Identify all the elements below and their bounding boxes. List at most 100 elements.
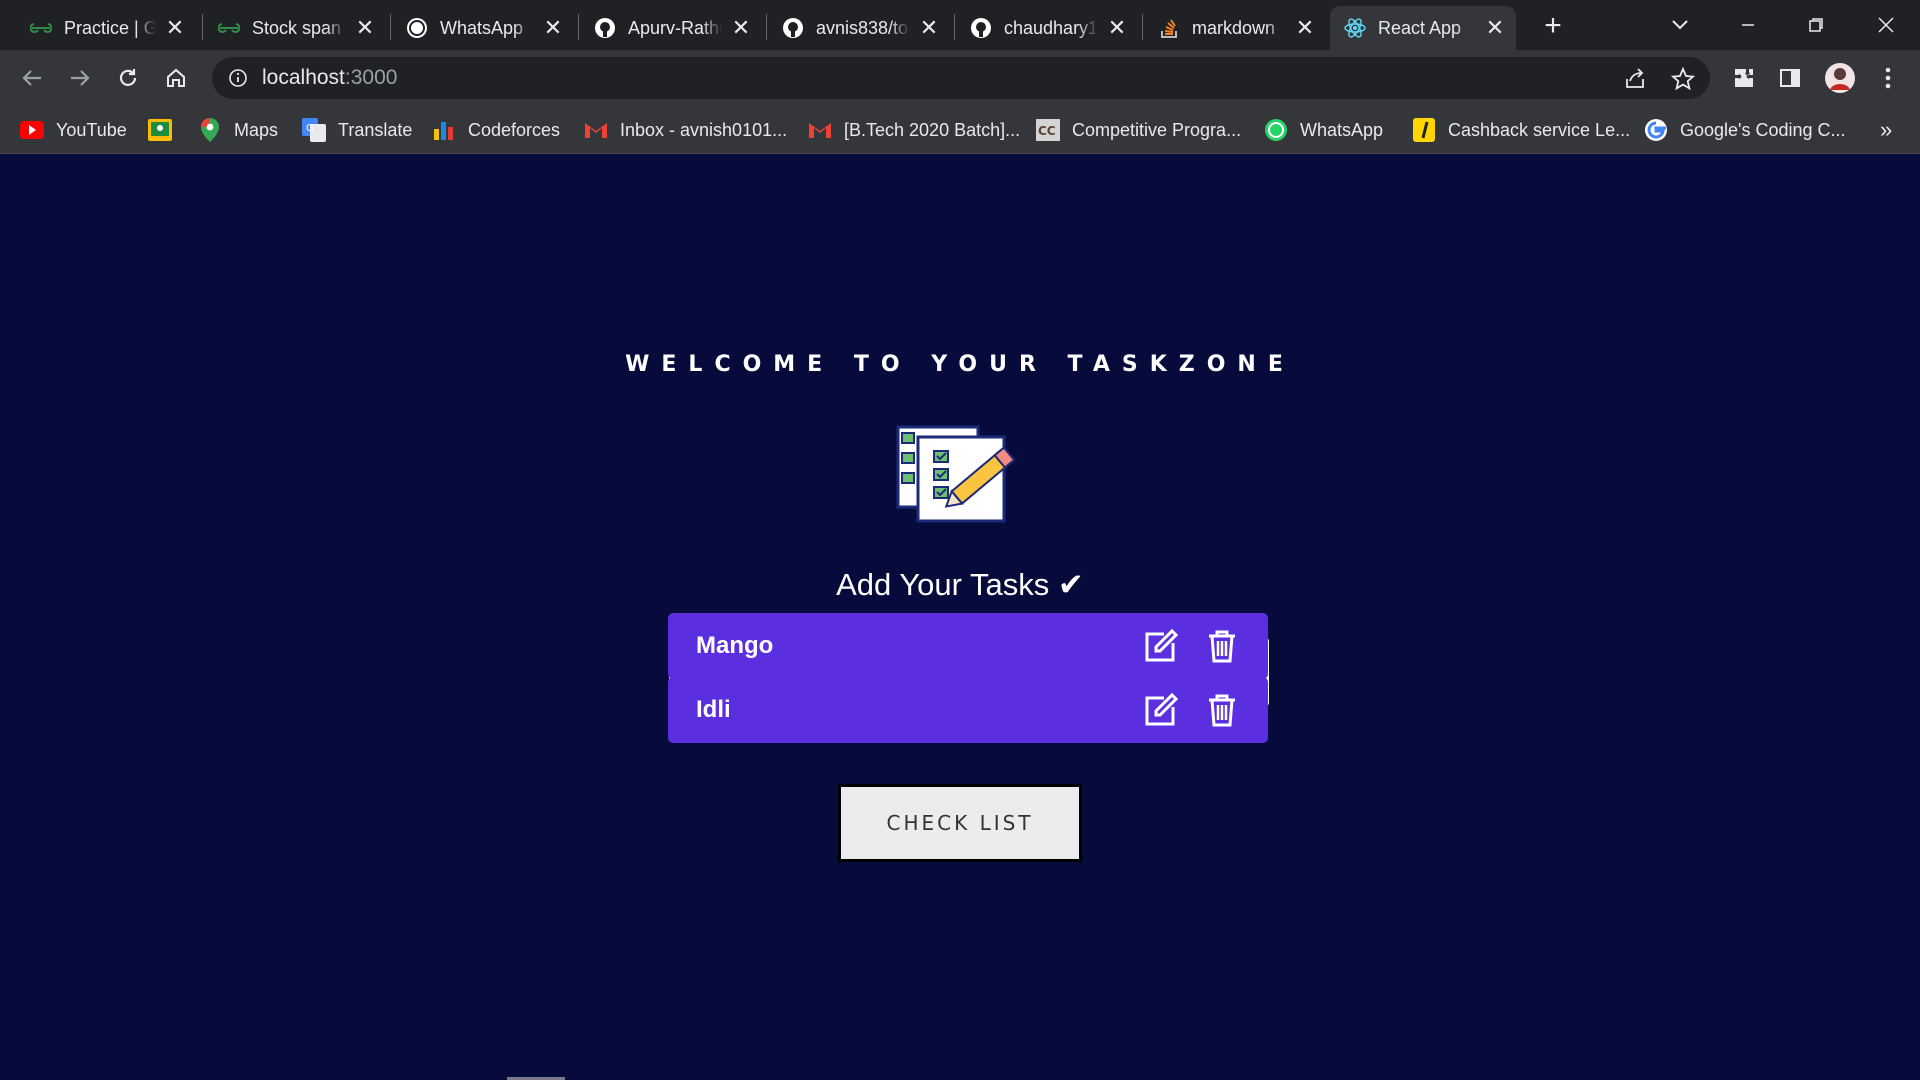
menu-dots-icon[interactable] — [1870, 60, 1906, 96]
bookmark-competitive[interactable]: CC Competitive Progra... — [1036, 116, 1241, 144]
tab-apurv[interactable]: Apurv-Rathore ✕ — [580, 6, 762, 50]
tab-practice[interactable]: Practice | GeeksforGeeks ✕ — [16, 6, 196, 50]
browser-chrome: Practice | GeeksforGeeks ✕ Stock span pr… — [0, 0, 1920, 154]
bookmark-label: Competitive Progra... — [1072, 119, 1242, 140]
gmail-icon — [808, 118, 832, 142]
bookmark-label: Maps — [234, 119, 279, 140]
close-icon[interactable]: ✕ — [1484, 17, 1506, 39]
tab-label: markdown — [1192, 17, 1286, 39]
gfg-icon — [218, 17, 240, 39]
check-list-button[interactable]: CHECK LIST — [838, 784, 1082, 862]
tab-label: WhatsApp — [440, 17, 534, 39]
bookmark-inbox[interactable]: Inbox - avnish0101... — [584, 116, 787, 144]
tab-separator — [202, 14, 203, 40]
bookmark-translate[interactable]: G Translate — [302, 116, 412, 144]
more-bookmarks-icon[interactable]: » — [1880, 116, 1892, 144]
youtube-icon — [20, 118, 44, 142]
bookmark-star-icon[interactable] — [1670, 66, 1696, 92]
add-tasks-heading: Add Your Tasks ✔ — [836, 567, 1084, 602]
tab-label: Stock span problem — [252, 17, 346, 39]
tab-avnis838[interactable]: avnis838/todo ✕ — [768, 6, 950, 50]
react-icon — [1344, 17, 1366, 39]
close-window-icon[interactable] — [1866, 8, 1906, 42]
codeforces-icon — [432, 118, 456, 142]
tab-stock-span[interactable]: Stock span problem ✕ — [204, 6, 386, 50]
whatsapp-icon — [1264, 118, 1288, 142]
bookmarks-bar: YouTube Maps G Translate Codeforces Inbo… — [0, 106, 1920, 154]
bookmark-label: WhatsApp — [1300, 119, 1384, 140]
tab-label: Apurv-Rathore — [628, 17, 722, 39]
extensions-icon[interactable] — [1726, 60, 1762, 96]
tab-separator — [578, 14, 579, 40]
maps-icon — [198, 118, 222, 142]
close-icon[interactable]: ✕ — [1294, 17, 1316, 39]
close-icon[interactable]: ✕ — [354, 17, 376, 39]
app-page: WELCOME TO YOUR TASKZONE Add Your Tasks … — [0, 155, 1920, 1080]
forward-arrow-icon[interactable] — [62, 60, 98, 96]
close-icon[interactable]: ✕ — [1106, 17, 1128, 39]
tab-separator — [1142, 14, 1143, 40]
tab-label: avnis838/todo — [816, 17, 910, 39]
github-icon — [782, 17, 804, 39]
svg-text:CC: CC — [1038, 124, 1056, 138]
tab-markdown[interactable]: markdown ✕ — [1144, 6, 1326, 50]
bookmark-label: [B.Tech 2020 Batch]... — [844, 119, 1021, 140]
bookmark-btech-batch[interactable]: [B.Tech 2020 Batch]... — [808, 116, 1020, 144]
profile-avatar[interactable] — [1822, 60, 1858, 96]
task-item: Idli — [668, 677, 1268, 743]
delete-trash-icon[interactable] — [1202, 690, 1242, 730]
close-icon[interactable]: ✕ — [164, 17, 186, 39]
url-port: :3000 — [344, 66, 398, 89]
stackoverflow-icon — [1158, 17, 1180, 39]
close-icon[interactable]: ✕ — [542, 17, 564, 39]
bookmark-codeforces[interactable]: Codeforces — [432, 116, 560, 144]
bookmark-cashback[interactable]: Cashback service Le... — [1412, 116, 1630, 144]
bookmark-google-coding[interactable]: Google's Coding C... — [1644, 116, 1846, 144]
bookmark-label: Cashback service Le... — [1448, 119, 1631, 140]
cc-icon: CC — [1036, 118, 1060, 142]
new-tab-button[interactable]: + — [1536, 10, 1570, 44]
bookmark-whatsapp[interactable]: WhatsApp — [1264, 116, 1383, 144]
edit-icon[interactable] — [1140, 690, 1180, 730]
bookmark-classroom[interactable] — [148, 116, 184, 144]
translate-icon: G — [302, 118, 326, 142]
delete-trash-icon[interactable] — [1202, 626, 1242, 666]
bookmark-label: Codeforces — [468, 119, 561, 140]
tab-label: chaudhary1 — [1004, 17, 1098, 39]
tab-strip: Practice | GeeksforGeeks ✕ Stock span pr… — [0, 0, 1920, 50]
bookmark-label: Translate — [338, 119, 413, 140]
task-item: Mango — [668, 613, 1268, 679]
tab-label: React App — [1378, 17, 1476, 39]
edit-icon[interactable] — [1140, 626, 1180, 666]
close-icon[interactable]: ✕ — [918, 17, 940, 39]
tab-chaudhary[interactable]: chaudhary1 ✕ — [956, 6, 1138, 50]
tab-react-app[interactable]: React App ✕ — [1330, 6, 1516, 50]
gfg-icon — [30, 17, 52, 39]
close-icon[interactable]: ✕ — [730, 17, 752, 39]
github-icon — [594, 17, 616, 39]
bookmark-label: Inbox - avnish0101... — [620, 119, 788, 140]
address-bar[interactable]: localhost:3000 — [212, 57, 1710, 99]
side-panel-icon[interactable] — [1772, 60, 1808, 96]
bookmark-youtube[interactable]: YouTube — [20, 116, 127, 144]
home-icon[interactable] — [158, 60, 194, 96]
tab-search-icon[interactable] — [1660, 8, 1700, 42]
tab-separator — [766, 14, 767, 40]
bookmark-maps[interactable]: Maps — [198, 116, 278, 144]
task-name: Idli — [696, 696, 731, 723]
site-info-icon[interactable] — [226, 66, 250, 90]
browser-toolbar: localhost:3000 — [0, 50, 1920, 106]
minimize-icon[interactable] — [1728, 8, 1768, 42]
checklist-illustration-icon — [896, 425, 1016, 523]
welcome-heading: WELCOME TO YOUR TASKZONE — [625, 352, 1295, 377]
github-icon — [970, 17, 992, 39]
tab-whatsapp[interactable]: WhatsApp ✕ — [392, 6, 574, 50]
reload-icon[interactable] — [110, 60, 146, 96]
bookmark-label: YouTube — [56, 119, 127, 140]
tab-separator — [390, 14, 391, 40]
gmail-icon — [584, 118, 608, 142]
back-arrow-icon[interactable] — [14, 60, 50, 96]
share-icon[interactable] — [1622, 66, 1648, 92]
restore-icon[interactable] — [1796, 8, 1836, 42]
svg-text:G: G — [306, 123, 314, 134]
